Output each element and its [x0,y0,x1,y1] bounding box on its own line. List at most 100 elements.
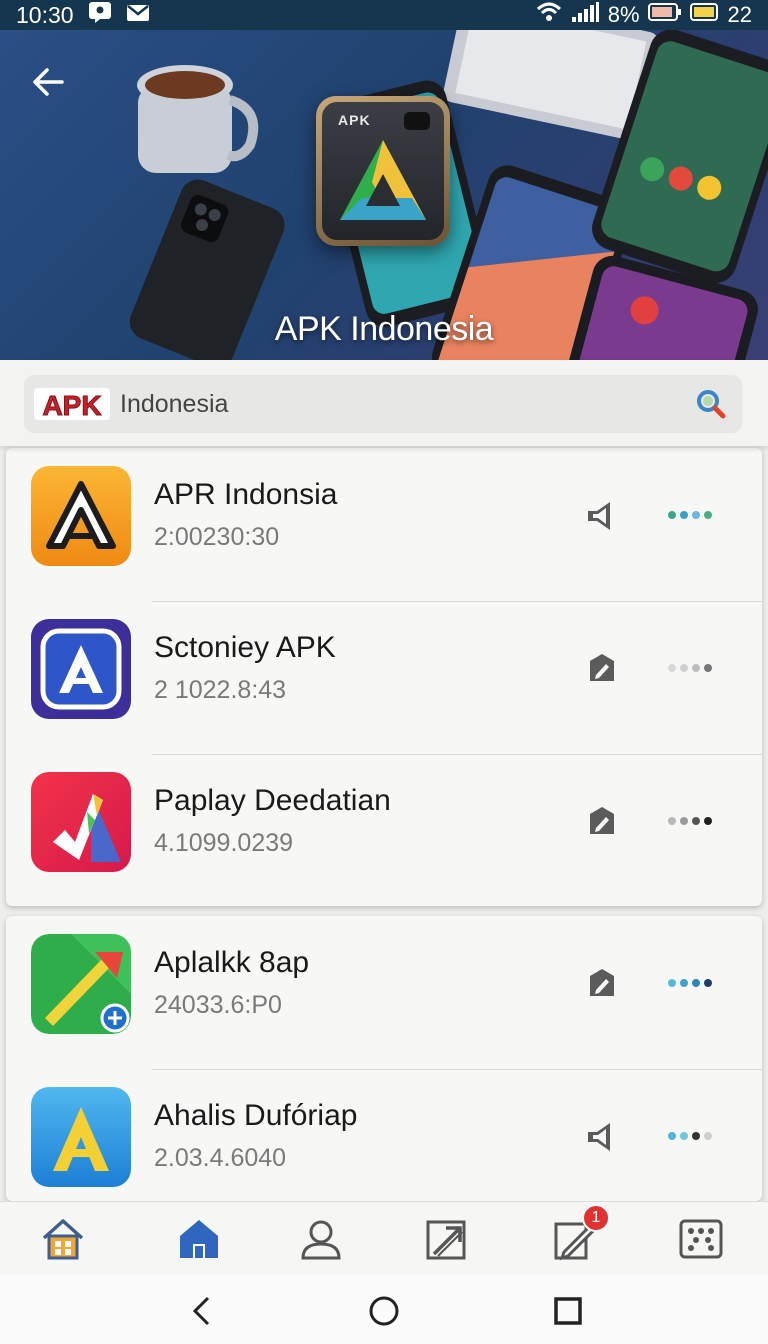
bottom-nav: 1 [0,1201,768,1275]
more-options-button[interactable] [668,661,722,675]
wifi-icon [536,1,562,29]
signal-icon [570,1,600,29]
message-icon [88,1,112,29]
more-dot [692,1132,700,1140]
nav-share[interactable] [424,1216,470,1262]
more-dot [680,817,688,825]
more-dot [668,979,676,987]
apk-logo-text: APK [42,390,101,421]
app-meta: 2 1022.8:43 [154,676,287,704]
system-home-button[interactable] [368,1295,400,1327]
more-dot [668,664,676,672]
app-icon-purple [31,619,131,719]
more-options-button[interactable] [668,1129,722,1143]
more-dot [704,817,712,825]
system-recents-button[interactable] [552,1295,584,1327]
more-options-button[interactable] [668,976,722,990]
more-dot [692,511,700,519]
profile-icon [301,1220,341,1260]
edit-button[interactable] [584,966,620,1002]
more-dot [704,511,712,519]
status-extra: 22 [727,2,752,27]
more-options-button[interactable] [668,814,722,828]
clock: 10:30 [16,1,74,28]
nav-home[interactable] [40,1216,86,1262]
more-dot [704,664,712,672]
list-item[interactable]: Sctoniey APK 2 1022.8:43 [6,601,762,754]
page-title: APK Indonesia [274,310,494,348]
chevron-left-icon [192,1296,210,1326]
app-list-card: Aplalkk 8ap 24033.6:P0 Ahalis Dufóriap 2… [6,916,762,1201]
search-box[interactable]: APK [24,375,742,433]
search-input[interactable] [120,389,680,419]
more-dot [668,817,676,825]
system-navigation-bar [0,1275,768,1344]
nav-store[interactable] [176,1216,222,1262]
more-dot [680,664,688,672]
edit-button[interactable] [584,651,620,687]
share-icon [426,1220,466,1260]
app-icon-orange [31,466,131,566]
app-name: Paplay Deedatian [154,784,391,817]
search-icon [697,390,726,419]
square-icon [554,1297,582,1325]
arrow-left-icon [33,68,64,96]
more-dot [692,979,700,987]
system-back-button[interactable] [186,1295,218,1327]
list-item[interactable]: Paplay Deedatian 4.1099.0239 [6,754,762,906]
edit-icon [590,969,614,996]
more-dot [668,511,676,519]
nav-games[interactable] [678,1216,724,1262]
more-dot [704,979,712,987]
edit-icon [590,807,614,834]
app-name: Aplalkk 8ap [154,946,310,979]
app-list-card: APR Indonsia 2:00230:30 Sctoniey APK 2 1… [6,448,762,906]
status-bar: 10:30 8% 22 [0,0,768,30]
apk-logo: APK [32,384,112,424]
volume-button[interactable] [584,1119,620,1155]
battery-percent: 8% [607,2,640,27]
more-dot [680,979,688,987]
volume-icon [588,502,610,530]
volume-icon [588,1123,610,1151]
back-button[interactable] [26,60,70,104]
battery-icon [647,2,682,28]
hero-app-icon: APK [316,96,450,246]
nav-notifications[interactable]: 1 [552,1204,610,1262]
circle-icon [369,1296,399,1326]
app-meta: 2.03.4.6040 [154,1144,287,1172]
more-options-button[interactable] [668,508,722,522]
search-bar: APK [0,360,768,446]
list-item[interactable]: Ahalis Dufóriap 2.03.4.6040 [6,1069,762,1201]
battery-icon-2 [689,2,720,28]
home-icon [42,1219,84,1260]
more-dot [668,1132,676,1140]
app-name: APR Indonsia [154,478,338,511]
app-meta: 4.1099.0239 [154,829,294,857]
app-icon-green [31,934,131,1034]
notification-badge: 1 [582,1204,610,1232]
store-icon [180,1220,218,1258]
more-dot [704,1132,712,1140]
app-meta: 24033.6:P0 [154,991,282,1019]
list-item[interactable]: Aplalkk 8ap 24033.6:P0 [6,916,762,1069]
edit-button[interactable] [584,804,620,840]
app-icon-blue [31,1087,131,1187]
more-dot [680,511,688,519]
list-item[interactable]: APR Indonsia 2:00230:30 [6,448,762,601]
nav-profile[interactable] [298,1216,344,1262]
more-dot [692,664,700,672]
mail-icon [126,2,150,29]
app-meta: 2:00230:30 [154,523,280,551]
hero-banner: APK APK Indonesia [0,30,768,360]
more-dot [692,817,700,825]
app-name: Sctoniey APK [154,631,336,664]
volume-button[interactable] [584,498,620,534]
triangle-logo-icon [340,140,426,220]
dice-icon [679,1219,723,1259]
search-button[interactable] [694,387,728,421]
more-dot [680,1132,688,1140]
app-icon-red [31,772,131,872]
app-name: Ahalis Dufóriap [154,1099,358,1132]
edit-icon [590,654,614,681]
